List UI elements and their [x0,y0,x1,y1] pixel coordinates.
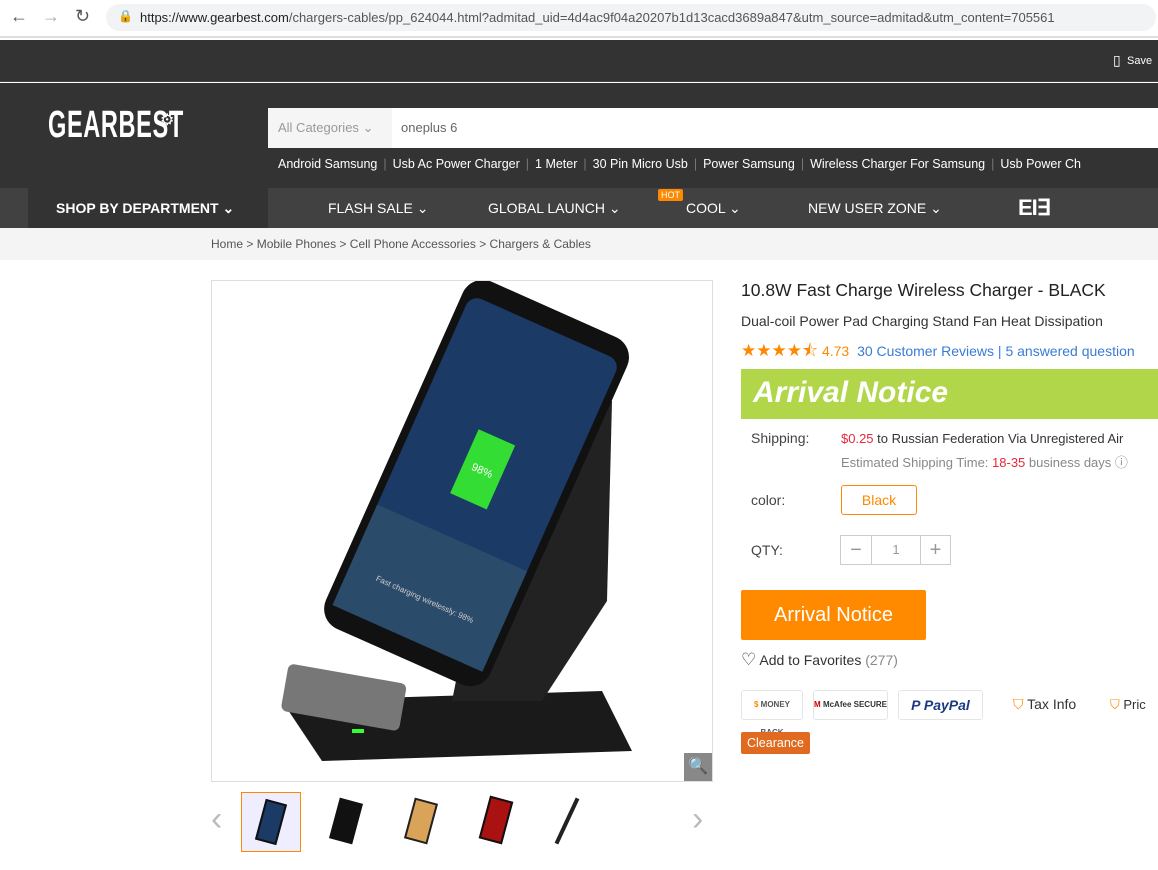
shipping-price: $0.25 [841,431,874,446]
category-label: All Categories [278,120,359,135]
shipping-method[interactable]: to Russian Federation Via Unregistered A… [877,431,1123,446]
hot-search-link[interactable]: Android Samsung [278,157,377,171]
arrival-notice-button[interactable]: Arrival Notice [741,590,926,640]
favorites-label: Add to Favorites [759,652,862,668]
top-bar: ▯ Save [0,40,1158,82]
est-suffix: business days [1028,455,1112,470]
nav-label: COOL [686,200,726,216]
nav-new-user-zone[interactable]: NEW USER ZONE ⌄ [808,200,942,217]
elephone-logo[interactable]: ЕΙ∃ [1018,195,1051,221]
breadcrumb: Home > Mobile Phones > Cell Phone Access… [0,228,1158,260]
color-label: color: [751,492,786,508]
save-link[interactable]: Save [1127,55,1152,67]
nav-cool[interactable]: COOL ⌄ [686,200,741,217]
breadcrumb-link[interactable]: Mobile Phones [257,237,336,251]
product-photo: 98% Fast charging wirelessly: 98% [281,279,632,761]
chevron-left-icon[interactable]: ‹ [211,800,222,839]
reload-icon[interactable]: ↻ [75,6,90,27]
breadcrumb-link[interactable]: Chargers & Cables [490,237,591,251]
back-icon[interactable]: ← [10,6,28,27]
nav-label: GLOBAL LAUNCH [488,200,605,216]
star-rating-icon: ★★★★⯪ [741,341,819,360]
phone-icon: ▯ [1113,52,1121,68]
lock-icon: 🔒 [118,9,133,23]
price-link-label: Pric [1123,697,1146,712]
help-icon[interactable]: ⓘ [1115,455,1128,470]
category-select[interactable]: All Categories ⌄ [268,108,392,148]
nav-flash-sale[interactable]: FLASH SALE ⌄ [328,200,428,217]
qty-label: QTY: [751,542,783,558]
mcafee-badge: M McAfee SECURE [813,690,888,720]
url-host: https://www.gearbest.com [140,10,289,25]
tax-icon: ⛉ [1013,696,1024,712]
favorites-count: (277) [865,652,898,668]
search-bar: All Categories ⌄ oneplus 6 [268,108,1158,148]
url-path: /chargers-cables/pp_624044.html?admitad_… [288,10,1055,25]
hot-badge: HOT [658,189,683,201]
price-shield-icon: ⛉ [1110,697,1120,712]
search-input[interactable]: oneplus 6 [401,120,457,135]
hot-search-link[interactable]: Wireless Charger For Samsung [810,157,985,171]
money-icon: $ [753,700,759,709]
thumbnail[interactable] [316,792,376,852]
badge-label: PayPal [923,697,970,713]
thumbnail[interactable] [541,792,601,852]
hot-search-link[interactable]: 1 Meter [535,157,577,171]
money-back-badge: $ MONEY BACK [741,690,803,737]
hot-search-link[interactable]: Usb Power Ch [1000,157,1081,171]
paypal-icon: P [911,697,920,713]
est-label: Estimated Shipping Time: [841,455,989,470]
increment-button[interactable]: + [920,536,950,564]
color-option-black[interactable]: Black [841,485,917,515]
badge-label: McAfee SECURE [822,700,887,709]
estimated-shipping: Estimated Shipping Time: 18-35 business … [841,452,1128,471]
shipping-label: Shipping: [751,430,810,446]
decrement-button[interactable]: − [841,536,872,564]
breadcrumb-link[interactable]: Cell Phone Accessories [350,237,476,251]
thumbnail[interactable] [241,792,301,852]
hot-search-link[interactable]: Usb Ac Power Charger [393,157,520,171]
paypal-badge: P PayPal [898,690,983,720]
heart-icon: ♡ [741,650,757,669]
chevron-right-icon[interactable]: › [692,800,703,839]
chevron-down-icon: ⌄ [362,120,374,135]
department-label: SHOP BY DEPARTMENT [56,200,219,216]
hot-search-link[interactable]: 30 Pin Micro Usb [593,157,688,171]
hot-search-link[interactable]: Power Samsung [703,157,795,171]
magnifier-icon[interactable]: 🔍 [684,753,712,781]
price-link[interactable]: ⛉ Pric [1110,697,1146,713]
forward-icon[interactable]: → [42,6,60,27]
browser-toolbar: ← → ↻ 🔒 https://www.gearbest.com/chargers… [0,0,1158,38]
thumbnail[interactable] [391,792,451,852]
quantity-stepper: − 1 + [840,535,951,565]
rating-value: 4.73 [821,343,850,359]
reviews-link[interactable]: 30 Customer Reviews [857,343,994,359]
breadcrumb-link[interactable]: Home [211,237,243,251]
chevron-down-icon: ⌄ [222,200,235,216]
product-subtitle: Dual-coil Power Pad Charging Stand Fan H… [741,313,1103,329]
quantity-input[interactable]: 1 [872,536,920,564]
clearance-tag[interactable]: Clearance [741,732,810,754]
product-image[interactable]: 98% Fast charging wirelessly: 98% [211,279,713,782]
shipping-info: $0.25 to Russian Federation Via Unregist… [841,431,1123,446]
tax-info-label: Tax Info [1027,696,1077,712]
nav-label: FLASH SALE [328,200,413,216]
arrival-notice-banner: Arrival Notice [741,369,1158,419]
questions-link[interactable]: 5 answered question [1005,343,1134,359]
thumbnail[interactable] [466,792,526,852]
est-days: 18-35 [992,455,1026,470]
address-bar[interactable]: 🔒 https://www.gearbest.com/chargers-cable… [106,4,1156,31]
add-to-favorites[interactable]: ♡ Add to Favorites (277) [741,650,898,670]
nav-label: NEW USER ZONE [808,200,927,216]
mcafee-shield-icon: M [814,700,821,709]
gear-icon: ⚙ [160,112,175,129]
product-title: 10.8W Fast Charge Wireless Charger - BLA… [741,280,1106,300]
nav-global-launch[interactable]: GLOBAL LAUNCH ⌄ [488,200,621,217]
hot-searches: Android Samsung | Usb Ac Power Charger | 1 M… [278,157,1081,171]
tax-info-link[interactable]: ⛉ Tax Info [1013,696,1076,713]
rating-row: ★★★★⯪ 4.73 30 Customer Reviews | 5 answe… [741,341,1135,360]
shop-by-department-button[interactable]: SHOP BY DEPARTMENT ⌄ [28,188,268,228]
